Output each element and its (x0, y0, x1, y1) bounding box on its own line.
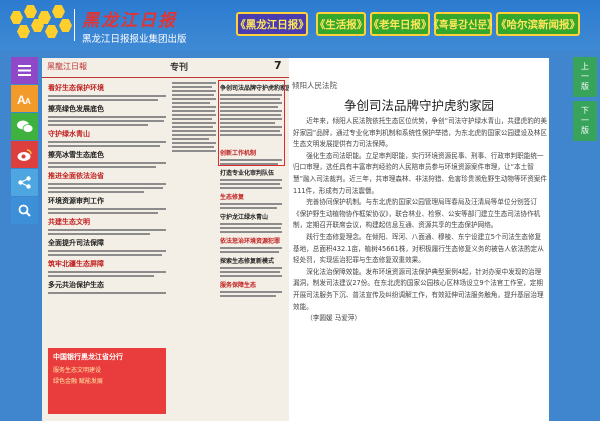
search-icon[interactable] (11, 197, 38, 224)
headline[interactable]: 多元共治保护生态 (48, 280, 168, 290)
nav-tab-heilongjiang-daily[interactable]: 《黑龙江日报》 (235, 12, 309, 36)
article-paragraph: 深化法治保障效能。发布环境资源司法保护典型案例4起，针对办案中发现的治理漏洞，制… (293, 267, 544, 311)
headline[interactable]: 共建生态文明 (48, 217, 168, 227)
next-page-char: 一 (581, 116, 589, 125)
article-paragraph: 强化生态司法职能。立足审判职能，实行环境资源民事、刑事、行政审判职能统一归口审理… (293, 151, 547, 195)
next-page-char: 版 (581, 126, 589, 135)
headline[interactable]: 生态修复 (220, 192, 284, 201)
middle-column (172, 80, 216, 154)
weibo-icon[interactable] (11, 141, 38, 168)
article-paragraph: 近年来，倾阳人民法院依托生态区位优势，争创“司法守护绿水青山，共建虎豹的美好家园… (293, 117, 547, 149)
prev-page-char: 一 (581, 72, 589, 81)
article-panel: 倾阳人民法院 争创司法品牌守护虎豹家园 近年来，倾阳人民法院依托生态区位优势，争… (289, 58, 549, 421)
headline[interactable]: 服务保障生态 (220, 280, 284, 289)
article-paragraph: 践行生态修复理念。在倾阳、珲河、八面通、穆棱、东宁设建立5个司法生态修复基地，总… (293, 232, 544, 265)
article-body: 近年来，倾阳人民法院依托生态区位优势，争创“司法守护绿水青山，共建虎豹的美好家园… (293, 116, 547, 325)
font-size-icon[interactable]: AA (11, 85, 38, 112)
headline[interactable]: 守护绿水青山 (48, 129, 168, 139)
next-page-char: 下 (581, 106, 589, 115)
article-paragraph: 完善协同保护机制。与东北虎豹国家公园管理局珲春局及汪清局等单位分别签订《保护野生… (293, 198, 541, 230)
banner-title: 中国银行黑龙江省分行 (53, 353, 123, 361)
prev-page-char: 版 (581, 82, 589, 91)
banner-line: 服务生态文明建设 (53, 367, 102, 374)
headline[interactable]: 全面提升司法保障 (48, 238, 168, 248)
brand-subtitle: 黑龙江日报报业集团出版 (82, 34, 187, 45)
page-section: 专刊 (170, 63, 189, 73)
page-header: 黑龍江日報 专刊 7 (42, 58, 289, 78)
selected-article-outline[interactable] (218, 80, 285, 166)
menu-icon[interactable] (11, 57, 38, 84)
headline[interactable]: 环境资源审判工作 (48, 196, 168, 206)
brand-title: 黑龙江日报 (82, 11, 177, 31)
nav-tab-korean-news[interactable]: 《흑룡강신문》 (428, 12, 498, 36)
banner-line: 绿色金融 赋能发展 (53, 378, 103, 385)
prev-page-button[interactable]: 上 一 版 (573, 57, 597, 97)
nav-tab-senior-daily[interactable]: 《老年日报》 (369, 12, 432, 36)
article-title: 争创司法品牌守护虎豹家园 (343, 98, 494, 113)
headline[interactable]: 筑牢北疆生态屏障 (48, 259, 168, 269)
headline[interactable]: 探索生态修复新模式 (220, 256, 284, 265)
headline[interactable]: 推进全面依法治省 (48, 171, 168, 181)
page-masthead: 黑龍江日報 (47, 62, 87, 71)
article-column: 倾阳人民法院 (292, 81, 337, 90)
nav-tab-life-daily[interactable]: 《生活报》 (315, 12, 367, 36)
article-author: （李圆媛 马爱萍） (306, 314, 362, 323)
headline[interactable]: 擦亮绿色发展底色 (48, 104, 168, 114)
headline[interactable]: 看好生态保护环境 (48, 83, 168, 93)
share-icon[interactable] (11, 169, 38, 196)
ad-banner[interactable]: 中国银行黑龙江省分行 服务生态文明建设 绿色金融 赋能发展 (48, 348, 166, 414)
left-toolbar: AA (11, 57, 38, 225)
wechat-icon[interactable] (11, 113, 38, 140)
headline[interactable]: 守护龙江绿水青山 (220, 212, 284, 221)
brand-divider (74, 9, 75, 41)
prev-page-char: 上 (581, 62, 589, 71)
svg-text:A: A (25, 97, 31, 105)
brand-logo-icon (10, 5, 72, 45)
headline[interactable]: 擦亮冰雪生态底色 (48, 150, 168, 160)
page-number: 7 (274, 59, 282, 72)
headline[interactable]: 依法惩治环境资源犯罪 (220, 236, 284, 245)
left-column: 看好生态保护环境 擦亮绿色发展底色 守护绿水青山 擦亮冰雪生态底色 推进全面依法… (48, 80, 168, 296)
newspaper-page[interactable]: 黑龍江日報 专刊 7 看好生态保护环境 擦亮绿色发展底色 守护绿水青山 擦亮冰雪… (42, 58, 289, 421)
next-page-button[interactable]: 下 一 版 (573, 101, 597, 141)
header-bar: 黑龙江日报 黑龙江日报报业集团出版 《黑龙江日报》 《生活报》 《老年日报》 《… (0, 0, 600, 50)
headline[interactable]: 打造专业化审判队伍 (220, 168, 284, 177)
nav-tab-harbin-news[interactable]: 《哈尔滨新闻报》 (496, 12, 580, 36)
